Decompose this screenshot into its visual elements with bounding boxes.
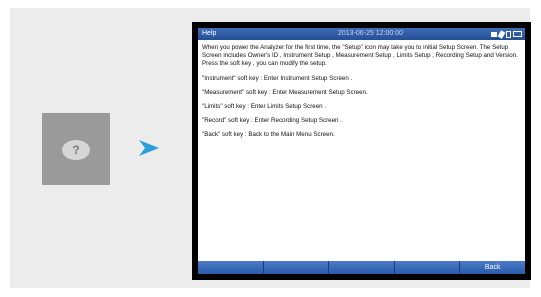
softkey-4[interactable] bbox=[394, 261, 461, 274]
softkey-1[interactable] bbox=[198, 261, 264, 274]
softkey-3[interactable] bbox=[329, 261, 395, 274]
battery-icon bbox=[513, 31, 522, 37]
status-datetime: 2013-06-25 12:00:00 bbox=[338, 30, 403, 37]
help-text: When you power the Analyzer for the firs… bbox=[202, 44, 520, 146]
help-paragraph-limits: "Limits" soft key : Enter Limits Setup S… bbox=[202, 103, 327, 111]
help-question-icon: ? bbox=[62, 140, 90, 160]
help-paragraph-instrument: "Instrument" soft key : Enter Instrument… bbox=[202, 74, 353, 82]
help-tile[interactable]: ? bbox=[42, 113, 110, 185]
back-softkey[interactable]: Back bbox=[460, 261, 525, 274]
softkey-bar: Back bbox=[198, 261, 525, 274]
softkey-2[interactable] bbox=[263, 261, 330, 274]
status-icons bbox=[491, 29, 522, 39]
wrench-icon bbox=[497, 29, 506, 39]
help-paragraph-back: "Back" soft key : Back to the Main Menu … bbox=[202, 131, 335, 139]
help-paragraph-record: "Record" soft key : Enter Recording Setu… bbox=[202, 117, 342, 125]
screen-title: Help bbox=[202, 30, 217, 37]
usb-icon bbox=[491, 31, 497, 37]
memory-icon bbox=[506, 30, 511, 38]
right-arrow-icon bbox=[139, 140, 159, 156]
device-screen: Help 2013-06-25 12:00:00 When you power … bbox=[198, 28, 525, 274]
analyzer-device: Help 2013-06-25 12:00:00 When you power … bbox=[192, 22, 531, 280]
status-bar: Help 2013-06-25 12:00:00 bbox=[198, 28, 525, 40]
help-paragraph-intro: When you power the Analyzer for the firs… bbox=[202, 44, 518, 68]
help-paragraph-measurement: "Measurement" soft key : Enter Measureme… bbox=[202, 88, 368, 96]
